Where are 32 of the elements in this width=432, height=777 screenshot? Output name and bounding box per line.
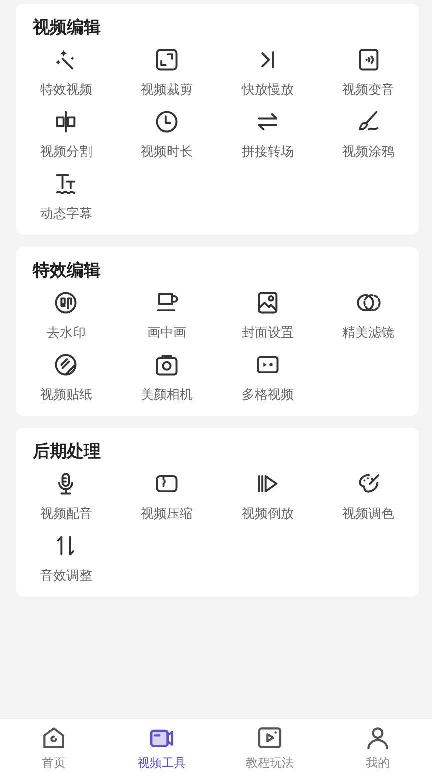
clock-icon[interactable]	[154, 109, 180, 135]
tool-label[interactable]: 动态字幕	[40, 205, 92, 223]
tool-label[interactable]: 视频配音	[40, 505, 92, 523]
tool-label[interactable]: 去水印	[46, 324, 86, 342]
tool-label[interactable]: 拼接转场	[242, 143, 294, 161]
tool-label[interactable]: 视频调色	[342, 505, 395, 523]
tool-label[interactable]: 视频贴纸	[40, 386, 92, 404]
tool-label[interactable]: 美颜相机	[141, 386, 194, 404]
tool-label[interactable]: 快放慢放	[242, 81, 294, 99]
nav-tab[interactable]: 我的	[324, 719, 432, 777]
tool-label[interactable]: 精美滤镜	[342, 324, 395, 342]
tool-label[interactable]: 视频倒放	[242, 505, 294, 523]
tool-label[interactable]: 封面设置	[242, 324, 294, 342]
stamp-icon[interactable]	[53, 290, 80, 316]
tool-label[interactable]: 音效调整	[40, 567, 92, 585]
nav-tab[interactable]: 视频工具	[108, 719, 216, 777]
tool-label[interactable]: 视频裁剪	[141, 81, 194, 99]
tool-label[interactable]: 视频压缩	[141, 505, 194, 523]
tool-label[interactable]: 画中画	[148, 324, 187, 342]
sticker-icon[interactable]	[53, 352, 80, 378]
tool-label[interactable]: 视频涂鸦	[342, 143, 395, 161]
crop-frame-icon[interactable]	[154, 47, 180, 73]
section-title: 后期处理	[33, 441, 102, 463]
section-title: 特效编辑	[33, 260, 102, 282]
section-title: 视频编辑	[33, 17, 102, 39]
tool-label[interactable]: 视频时长	[141, 143, 194, 161]
tool-label[interactable]: 多格视频	[242, 386, 294, 404]
nav-tab[interactable]: 首页	[0, 719, 108, 777]
tool-label[interactable]: 视频变音	[342, 81, 395, 99]
nav-tab[interactable]: 教程玩法	[216, 719, 324, 777]
tool-label[interactable]: 特效视频	[40, 81, 92, 99]
tool-label[interactable]: 视频分割	[40, 143, 92, 161]
